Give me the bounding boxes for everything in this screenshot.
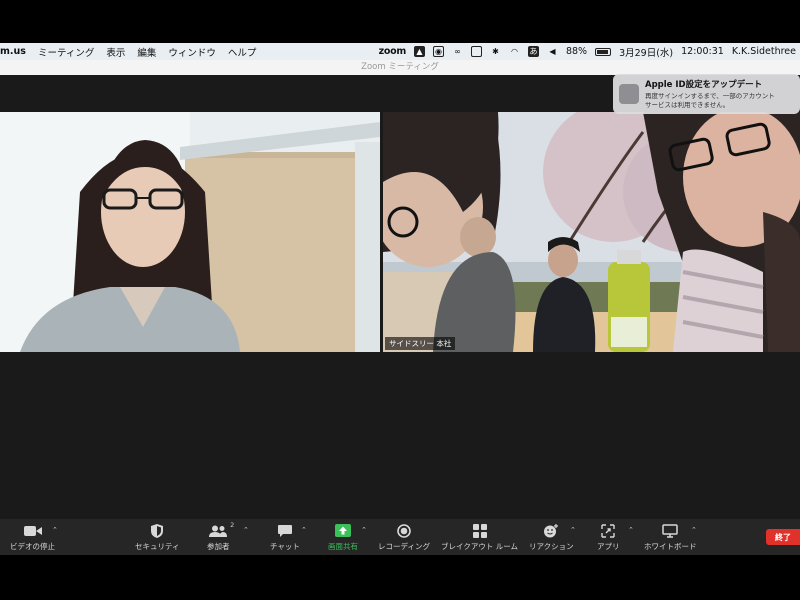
window-status-icon[interactable] <box>470 46 482 57</box>
breakout-rooms-label: ブレイクアウト ルーム <box>441 542 519 551</box>
record-icon <box>397 522 411 539</box>
creative-cloud-icon[interactable]: ∞ <box>452 46 463 57</box>
stop-video-button[interactable]: ビデオの停止 <box>10 522 55 552</box>
notification-title: Apple ID設定をアップデート <box>645 80 763 90</box>
meeting-toolbar: ビデオの停止 ⌃ セキュリティ 2 参加者 ⌃ チャット ⌃ 画面共有 ⌃ レコ… <box>0 519 800 555</box>
input-method-icon[interactable]: あ <box>527 46 539 57</box>
participants-options-chevron-icon[interactable]: ⌃ <box>243 526 249 534</box>
video-options-chevron-icon[interactable]: ⌃ <box>52 526 58 534</box>
share-screen-icon <box>335 522 351 539</box>
screenshot-tool-icon[interactable]: ▲ <box>413 46 425 57</box>
record-button[interactable]: レコーディング <box>378 522 430 552</box>
menu-bar: m.us ミーティング 表示 編集 ウィンドウ ヘルプ zoom ▲ ◉ ∞ ✱… <box>0 43 800 60</box>
apple-icon <box>619 84 639 104</box>
volume-icon[interactable]: ◀ <box>547 46 558 57</box>
share-screen-button[interactable]: 画面共有 <box>328 522 358 552</box>
record-label: レコーディング <box>378 542 430 551</box>
stop-video-label: ビデオの停止 <box>10 542 55 551</box>
menu-view[interactable]: 表示 <box>106 45 125 59</box>
wifi-icon[interactable]: ◠ <box>509 46 520 57</box>
chat-button[interactable]: チャット <box>270 522 300 552</box>
video-camera-icon <box>23 522 42 539</box>
whiteboard-options-chevron-icon[interactable]: ⌃ <box>691 526 697 534</box>
reactions-button[interactable]: リアクション <box>529 522 574 552</box>
menu-window[interactable]: ウィンドウ <box>168 45 216 59</box>
video-tile-participant-1[interactable] <box>0 112 380 352</box>
reactions-label: リアクション <box>529 542 574 551</box>
menu-time[interactable]: 12:00:31 <box>681 46 724 57</box>
breakout-rooms-button[interactable]: ブレイクアウト ルーム <box>441 522 518 552</box>
share-options-chevron-icon[interactable]: ⌃ <box>361 526 367 534</box>
menu-meeting[interactable]: ミーティング <box>38 45 94 59</box>
end-meeting-button[interactable]: 終了 <box>766 529 800 545</box>
screen: m.us ミーティング 表示 編集 ウィンドウ ヘルプ zoom ▲ ◉ ∞ ✱… <box>0 0 800 600</box>
chat-options-chevron-icon[interactable]: ⌃ <box>301 526 307 534</box>
participant-1-video <box>0 112 380 352</box>
battery-icon[interactable] <box>595 47 612 56</box>
bluetooth-icon[interactable]: ✱ <box>490 46 501 57</box>
apple-id-notification[interactable]: Apple ID設定をアップデート 再度サインインするまで、一部のアカウント サ… <box>613 74 800 114</box>
smiley-plus-icon <box>543 522 559 539</box>
participants-label: 参加者 <box>207 542 230 551</box>
zoom-status-item[interactable]: zoom <box>379 46 407 57</box>
reactions-options-chevron-icon[interactable]: ⌃ <box>570 526 576 534</box>
participant-name-label: サイドスリー 本社 <box>385 337 456 350</box>
apps-options-chevron-icon[interactable]: ⌃ <box>628 526 634 534</box>
participant-2-video <box>383 112 800 352</box>
participants-icon: 2 <box>209 521 234 539</box>
whiteboard-button[interactable]: ホワイトボード <box>644 522 697 552</box>
menu-help[interactable]: ヘルプ <box>228 45 257 59</box>
apps-icon <box>601 522 615 539</box>
security-label: セキュリティ <box>135 542 180 551</box>
video-tile-participant-2[interactable]: サイドスリー 本社 <box>383 112 800 352</box>
whiteboard-icon <box>662 522 678 539</box>
battery-percent: 88% <box>565 46 588 57</box>
security-button[interactable]: セキュリティ <box>135 522 180 552</box>
participants-count: 2 <box>230 521 235 529</box>
menu-user[interactable]: K.K.Sidethree <box>732 46 796 57</box>
breakout-rooms-icon <box>472 522 487 539</box>
battery-fill <box>597 49 609 54</box>
participants-button[interactable]: 2 参加者 <box>207 521 234 552</box>
notes-status-icon[interactable]: ◉ <box>432 46 444 57</box>
chat-bubble-icon <box>277 522 292 539</box>
notification-body-line-1: 再度サインインするまで、一部のアカウント <box>645 92 775 100</box>
menu-date[interactable]: 3月29日(水) <box>619 45 673 59</box>
chat-label: チャット <box>270 542 300 551</box>
whiteboard-label: ホワイトボード <box>644 542 697 551</box>
window-title-bar[interactable]: Zoom ミーティング <box>0 60 800 75</box>
menu-app-name[interactable]: m.us <box>0 46 26 57</box>
share-screen-label: 画面共有 <box>328 542 358 551</box>
menu-edit[interactable]: 編集 <box>137 45 156 59</box>
notification-body-line-2: サービスは利用できません。 <box>645 100 730 109</box>
apps-button[interactable]: アプリ <box>597 522 620 552</box>
window-title: Zoom ミーティング <box>361 62 439 72</box>
shield-icon <box>151 522 164 539</box>
apps-label: アプリ <box>597 542 620 551</box>
